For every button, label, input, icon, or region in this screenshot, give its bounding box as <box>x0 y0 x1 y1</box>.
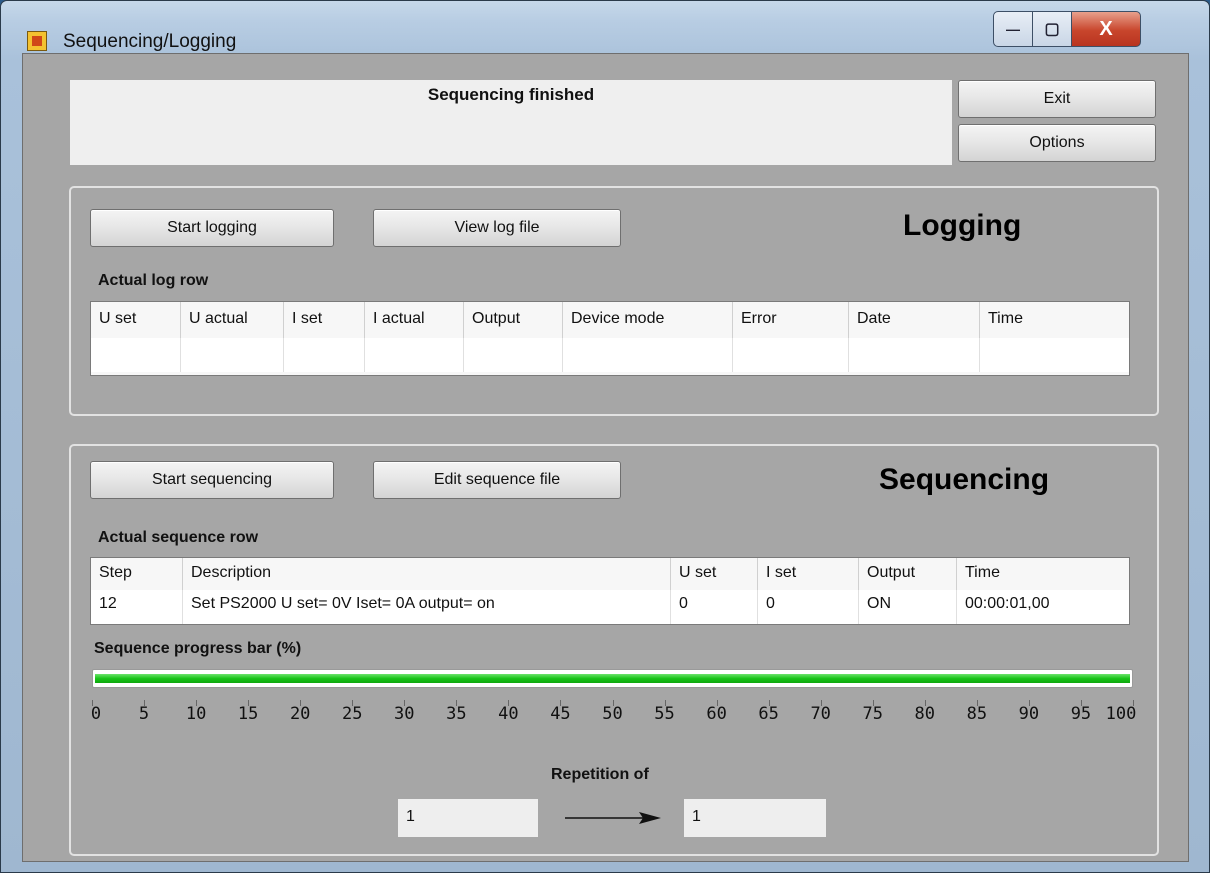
progress-scale: 0 5 10 15 20 25 30 35 40 45 50 55 60 65 70 75 80 85 90 95 10… <box>90 700 1136 740</box>
sequence-cell: Set PS2000 U set= 0V Iset= 0A output= on <box>183 590 671 624</box>
scale-tick-label: 15 <box>237 704 259 724</box>
sequence-column-header: Time <box>965 564 1000 581</box>
title-bar[interactable]: Sequencing/Logging — ▢ X <box>1 1 1209 53</box>
edit-sequence-file-button[interactable]: Edit sequence file <box>373 461 621 499</box>
sequence-cell: 0 <box>671 590 758 624</box>
sequence-column-header: Step <box>91 558 183 590</box>
logging-title: Logging <box>903 209 1022 242</box>
sequence-column-header: I set <box>758 558 859 590</box>
close-button[interactable]: X <box>1071 11 1141 47</box>
scale-tick-label: 5 <box>138 704 150 724</box>
sequence-cell: ON <box>859 590 957 624</box>
scale-tick-label: 90 <box>1018 704 1040 724</box>
minimize-icon: — <box>1006 21 1020 37</box>
scale-tick-label: 30 <box>394 704 415 724</box>
window-title: Sequencing/Logging <box>63 31 237 52</box>
sequence-progress-bar <box>92 669 1133 688</box>
scale-tick-label: 60 <box>706 704 727 724</box>
log-cell <box>365 338 464 372</box>
maximize-button[interactable]: ▢ <box>1032 11 1072 47</box>
log-table-header: U set U actual I set I actual Output Dev… <box>91 302 1129 338</box>
log-table-row[interactable] <box>91 338 1129 372</box>
scale-tick-label: 70 <box>810 704 831 724</box>
scale-tick-label: 50 <box>602 704 623 724</box>
start-sequencing-button[interactable]: Start sequencing <box>90 461 334 499</box>
log-cell <box>181 338 284 372</box>
scale-tick-label: 20 <box>289 704 311 724</box>
start-logging-button[interactable]: Start logging <box>90 209 334 247</box>
scale-tick-label: 45 <box>550 704 571 724</box>
log-column-header: U actual <box>181 302 284 338</box>
scale-tick-label: 55 <box>654 704 675 724</box>
log-column-header: Date <box>849 302 980 338</box>
scale-tick-label: 25 <box>342 704 363 724</box>
scale-tick-label: 35 <box>446 704 467 724</box>
exit-button[interactable]: Exit <box>958 80 1156 118</box>
sequence-column-header: Output <box>859 558 957 590</box>
log-cell <box>91 338 181 372</box>
client-area: Sequencing finished Exit Options Start l… <box>22 53 1189 862</box>
log-cell <box>284 338 365 372</box>
scale-tick-label: 80 <box>914 704 936 724</box>
scale-tick-label: 75 <box>862 704 883 724</box>
sequence-table-label: Actual sequence row <box>98 529 259 546</box>
sequence-table-row[interactable]: 12 Set PS2000 U set= 0V Iset= 0A output=… <box>91 590 1129 624</box>
log-cell <box>733 338 849 372</box>
sequence-table-header: Step Description U set I set Output Time <box>91 558 1129 590</box>
log-column-header: Time <box>988 310 1023 327</box>
sequence-table: Step Description U set I set Output Time… <box>90 557 1130 625</box>
scale-tick-label: 10 <box>185 704 207 724</box>
sequencing-title: Sequencing <box>879 463 1050 496</box>
options-button[interactable]: Options <box>958 124 1156 162</box>
scale-tick-label: 85 <box>966 704 988 724</box>
log-cell <box>980 338 1129 372</box>
arrow-right-icon <box>563 808 663 828</box>
log-column-header: Device mode <box>563 302 733 338</box>
log-cell <box>563 338 733 372</box>
sequence-column-header: Description <box>183 558 671 590</box>
log-table-label: Actual log row <box>98 272 209 289</box>
progress-bar-label: Sequence progress bar (%) <box>94 640 302 657</box>
sequence-cell: 0 <box>758 590 859 624</box>
scale-tick-label: 0 <box>90 704 102 724</box>
progress-bar-fill <box>95 674 1130 683</box>
log-column-header: U set <box>91 302 181 338</box>
log-column-header: Output <box>464 302 563 338</box>
labview-app-icon <box>27 31 47 51</box>
sequence-cell: 00:00:01,00 <box>965 595 1050 612</box>
sequence-cell: 12 <box>91 590 183 624</box>
scale-tick-label: 40 <box>498 704 519 724</box>
view-log-file-button[interactable]: View log file <box>373 209 621 247</box>
scale-tick-label: 95 <box>1070 704 1092 724</box>
log-cell <box>464 338 563 372</box>
application-window: Sequencing/Logging — ▢ X Sequencing fini… <box>0 0 1210 873</box>
repetition-total-field[interactable]: 1 <box>684 799 826 837</box>
minimize-button[interactable]: — <box>993 11 1033 47</box>
maximize-icon: ▢ <box>1044 21 1060 38</box>
repetition-current-field[interactable]: 1 <box>398 799 538 837</box>
log-column-header: Error <box>733 302 849 338</box>
log-table: U set U actual I set I actual Output Dev… <box>90 301 1130 376</box>
scale-tick-label: 100 <box>1105 704 1137 724</box>
status-text: Sequencing finished <box>427 85 595 104</box>
log-column-header: I actual <box>365 302 464 338</box>
status-panel: Sequencing finished <box>70 80 952 165</box>
repetition-label: Repetition of <box>551 766 649 783</box>
log-column-header: I set <box>284 302 365 338</box>
scale-tick-label: 65 <box>758 704 779 724</box>
log-cell <box>849 338 980 372</box>
sequence-column-header: U set <box>671 558 758 590</box>
close-icon: X <box>1099 17 1113 40</box>
